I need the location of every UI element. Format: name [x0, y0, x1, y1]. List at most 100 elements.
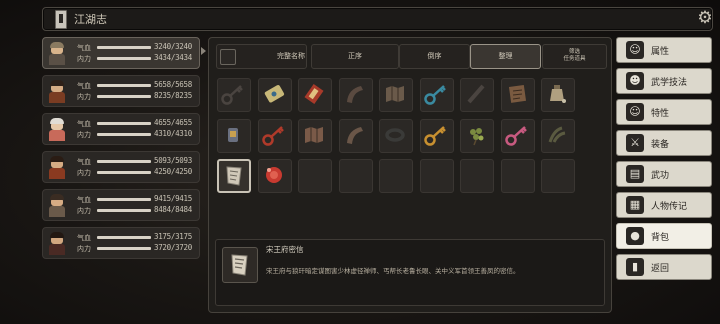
- inventory-slot[interactable]: [217, 119, 251, 153]
- title-bar: 江湖志: [42, 7, 713, 31]
- menu-label: 背包: [651, 233, 670, 243]
- party-member[interactable]: 气血 4655/4655 内力 4310/4310: [42, 113, 200, 145]
- key-icon: [424, 126, 446, 146]
- inventory-slot[interactable]: [501, 119, 535, 153]
- mp-bar: [97, 247, 151, 250]
- map-icon: [386, 86, 404, 102]
- pot-icon: [550, 85, 566, 103]
- inventory-slot[interactable]: [258, 159, 292, 193]
- inventory-slot[interactable]: [420, 119, 454, 153]
- inventory-slot[interactable]: [339, 119, 373, 153]
- menu-label: 人物传记: [651, 202, 688, 212]
- ring-icon: [385, 128, 405, 142]
- inventory-slot[interactable]: [217, 159, 251, 193]
- biography-icon: ▦: [626, 196, 644, 214]
- hp-label: 气血: [77, 44, 91, 52]
- party-member[interactable]: 气血 3175/3175 内力 3720/3720: [42, 227, 200, 259]
- inventory-slot[interactable]: [541, 78, 575, 112]
- letter-icon: [226, 166, 242, 186]
- menu-button-martial[interactable]: ☻ 武学技法: [616, 68, 712, 94]
- organize-tab[interactable]: 整理: [470, 44, 541, 69]
- mp-value: 4250/4250: [154, 167, 192, 176]
- inventory-panel: 完整名称 正序 倒序 整理 筛选 任务道具 宋王府密信 宋王府与狼玕暗定谋图害少…: [208, 37, 612, 313]
- menu-button-bag[interactable]: ● 背包: [616, 223, 712, 249]
- mp-value: 8484/8484: [154, 205, 192, 214]
- empty-inventory-slot[interactable]: [460, 159, 494, 193]
- empty-inventory-slot[interactable]: [339, 159, 373, 193]
- inventory-slot[interactable]: [258, 78, 292, 112]
- inventory-slot[interactable]: [379, 119, 413, 153]
- scroll-icon: [264, 85, 285, 103]
- inventory-slot[interactable]: [298, 119, 332, 153]
- mp-label: 内力: [77, 169, 91, 177]
- mp-label: 内力: [77, 207, 91, 215]
- character-portrait-icon: [46, 116, 68, 142]
- sword-icon: ⚔: [626, 134, 644, 152]
- empty-inventory-slot[interactable]: [541, 159, 575, 193]
- show-complete-name-checkbox[interactable]: [220, 49, 236, 65]
- empty-inventory-slot[interactable]: [379, 159, 413, 193]
- character-portrait-icon: [46, 40, 68, 66]
- mp-label: 内力: [77, 55, 91, 63]
- inventory-slot[interactable]: [379, 78, 413, 112]
- party-member[interactable]: 气血 3240/3240 内力 3434/3434: [42, 37, 200, 69]
- inventory-slot[interactable]: [420, 78, 454, 112]
- empty-inventory-slot[interactable]: [501, 159, 535, 193]
- inventory-slot[interactable]: [460, 119, 494, 153]
- hp-label: 气血: [77, 234, 91, 242]
- sort-reverse-tab[interactable]: 倒序: [399, 44, 470, 69]
- menu-button-person[interactable]: ☺ 属性: [616, 37, 712, 63]
- party-member[interactable]: 气血 5093/5093 内力 4250/4250: [42, 151, 200, 183]
- hp-value: 9415/9415: [154, 194, 192, 203]
- selected-item-name: 宋王府密信: [266, 245, 304, 254]
- letter-icon: [231, 254, 248, 276]
- hp-value: 4655/4655: [154, 118, 192, 127]
- menu-button-trait[interactable]: ☺ 特性: [616, 99, 712, 125]
- hp-value: 5658/5658: [154, 80, 192, 89]
- journal-icon: [55, 10, 67, 29]
- herb-icon: [470, 128, 484, 146]
- hp-label: 气血: [77, 120, 91, 128]
- party-member[interactable]: 气血 9415/9415 内力 8484/8484: [42, 189, 200, 221]
- character-portrait-icon: [46, 78, 68, 104]
- person-icon: ☺: [626, 41, 644, 59]
- mp-label: 内力: [77, 131, 91, 139]
- hp-bar: [97, 236, 151, 239]
- menu-button-exit[interactable]: ▮ 返回: [616, 254, 712, 280]
- scroll-icon: ▤: [626, 165, 644, 183]
- mp-bar: [97, 95, 151, 98]
- inventory-slot[interactable]: [339, 78, 373, 112]
- mp-bar: [97, 209, 151, 212]
- inventory-slot[interactable]: [460, 78, 494, 112]
- task-item-filter-tab[interactable]: 筛选 任务道具: [542, 44, 607, 69]
- menu-button-biography[interactable]: ▦ 人物传记: [616, 192, 712, 218]
- show-complete-name-toggle[interactable]: 完整名称: [216, 44, 307, 69]
- party-member[interactable]: 气血 5658/5658 内力 8235/8235: [42, 75, 200, 107]
- bead-icon: [266, 167, 282, 183]
- inventory-slot[interactable]: [298, 78, 332, 112]
- empty-inventory-slot[interactable]: [420, 159, 454, 193]
- map-icon: [305, 127, 323, 143]
- empty-inventory-slot[interactable]: [298, 159, 332, 193]
- filter-bar: 完整名称 正序 倒序 整理 筛选 任务道具: [216, 44, 607, 69]
- mp-bar: [97, 133, 151, 136]
- book-icon: [304, 84, 324, 104]
- horn-icon: [347, 86, 363, 103]
- parchment-icon: [508, 84, 527, 103]
- menu-button-scroll[interactable]: ▤ 武功: [616, 161, 712, 187]
- task-filter-line1: 筛选: [568, 49, 580, 55]
- hp-value: 3175/3175: [154, 232, 192, 241]
- inventory-slot[interactable]: [217, 78, 251, 112]
- menu-label: 属性: [651, 47, 670, 57]
- menu-button-sword[interactable]: ⚔ 装备: [616, 130, 712, 156]
- settings-gear-icon[interactable]: ⚙: [695, 8, 715, 28]
- horn-icon: [347, 127, 363, 144]
- item-description-panel: 宋王府密信 宋王府与狼玕暗定谋图害少林虚径禅师、丐帮长老鲁长眼、关中义军首领王善…: [215, 239, 605, 306]
- inventory-slot[interactable]: [541, 119, 575, 153]
- character-portrait-icon: [46, 154, 68, 180]
- inventory-slot[interactable]: [258, 119, 292, 153]
- sort-normal-tab[interactable]: 正序: [311, 44, 399, 69]
- inventory-slot[interactable]: [501, 78, 535, 112]
- character-portrait-icon: [46, 230, 68, 256]
- menu-label: 武功: [651, 171, 670, 181]
